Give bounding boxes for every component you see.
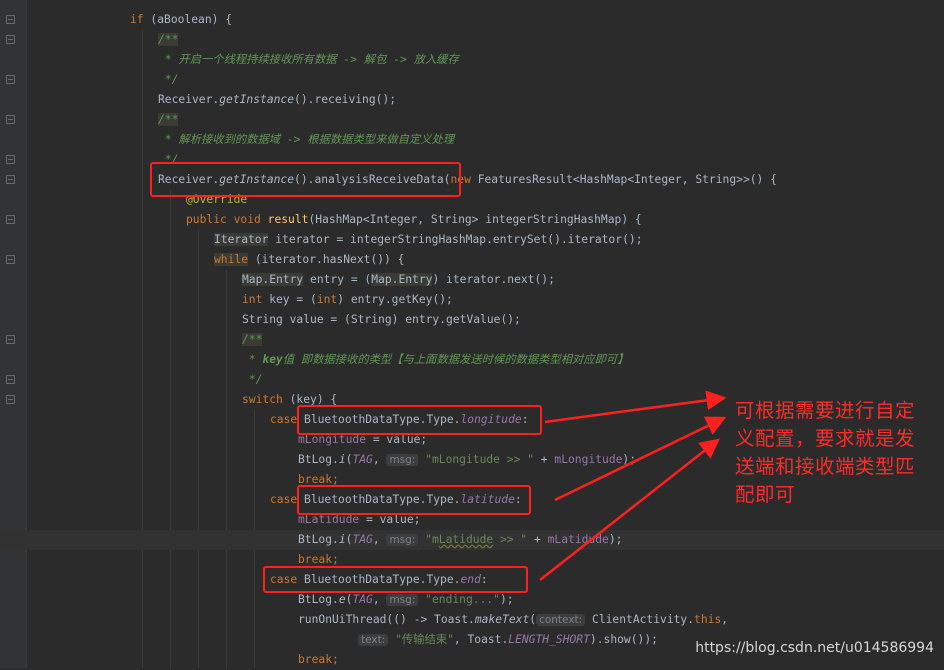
editor-gutter [0, 0, 27, 668]
code-line: * 解析接收到的数据域 -> 根据数据类型来做自定义处理 [158, 133, 455, 146]
code-line: Iterator iterator = integerStringHashMap… [214, 233, 643, 246]
code-line: */ [242, 373, 263, 386]
code-line: /** [158, 33, 179, 46]
code-line: while (iterator.hasNext()) { [214, 253, 405, 266]
watermark: https://blog.csdn.net/u014586994 [695, 640, 934, 656]
highlight-box-latitude [297, 485, 531, 515]
highlight-box-analysis [150, 162, 461, 197]
highlight-box-longitude [297, 405, 542, 435]
fold-marker-icon[interactable] [6, 15, 15, 24]
fold-marker-icon[interactable] [6, 115, 15, 124]
code-line: if (aBoolean) { [130, 13, 233, 26]
code-line: /** [158, 113, 179, 126]
fold-marker-icon[interactable] [6, 215, 15, 224]
code-line: public void result(HashMap<Integer, Stri… [186, 213, 642, 226]
fold-marker-icon[interactable] [6, 75, 15, 84]
code-line: break; [298, 653, 339, 666]
fold-marker-icon[interactable] [6, 175, 15, 184]
code-line: String value = (String) entry.getValue()… [242, 313, 521, 326]
code-line: */ [158, 73, 179, 86]
annotation-note: 可根据需要进行自定义配置，要求就是发送端和接收端类型匹配即可 [735, 399, 916, 506]
indent-guide [142, 30, 143, 668]
fold-marker-icon[interactable] [6, 375, 15, 384]
indent-guide [198, 230, 199, 668]
code-line: * key值 即数据接收的类型【与上面数据发送时候的数据类型相对应即可】 [242, 353, 629, 366]
code-line: Map.Entry entry = (Map.Entry) iterator.n… [242, 273, 555, 286]
code-line: /** [242, 333, 263, 346]
code-line: int key = (int) entry.getKey(); [242, 293, 453, 306]
code-line: text: "传输结束", Toast.LENGTH_SHORT).show()… [358, 630, 658, 650]
indent-guide [226, 270, 227, 668]
fold-marker-icon[interactable] [6, 35, 15, 44]
code-line: BtLog.i(TAG, msg: "mLatidude >> " + mLat… [298, 533, 623, 546]
indent-guide [170, 190, 171, 668]
fold-marker-icon[interactable] [6, 395, 15, 404]
fold-marker-icon[interactable] [6, 155, 15, 164]
code-line: BtLog.i(TAG, msg: "mLongitude >> " + mLo… [298, 453, 637, 466]
code-line: Receiver.getInstance().receiving(); [158, 93, 397, 106]
fold-marker-icon[interactable] [6, 255, 15, 264]
fold-marker-icon[interactable] [6, 335, 15, 344]
code-line: * 开启一个线程持续接收所有数据 -> 解包 -> 放入缓存 [158, 53, 459, 66]
highlight-box-end [263, 566, 528, 593]
code-line: runOnUiThread(() -> Toast.makeText(conte… [298, 613, 729, 626]
code-line: BtLog.e(TAG, msg: "ending..."); [298, 593, 514, 606]
